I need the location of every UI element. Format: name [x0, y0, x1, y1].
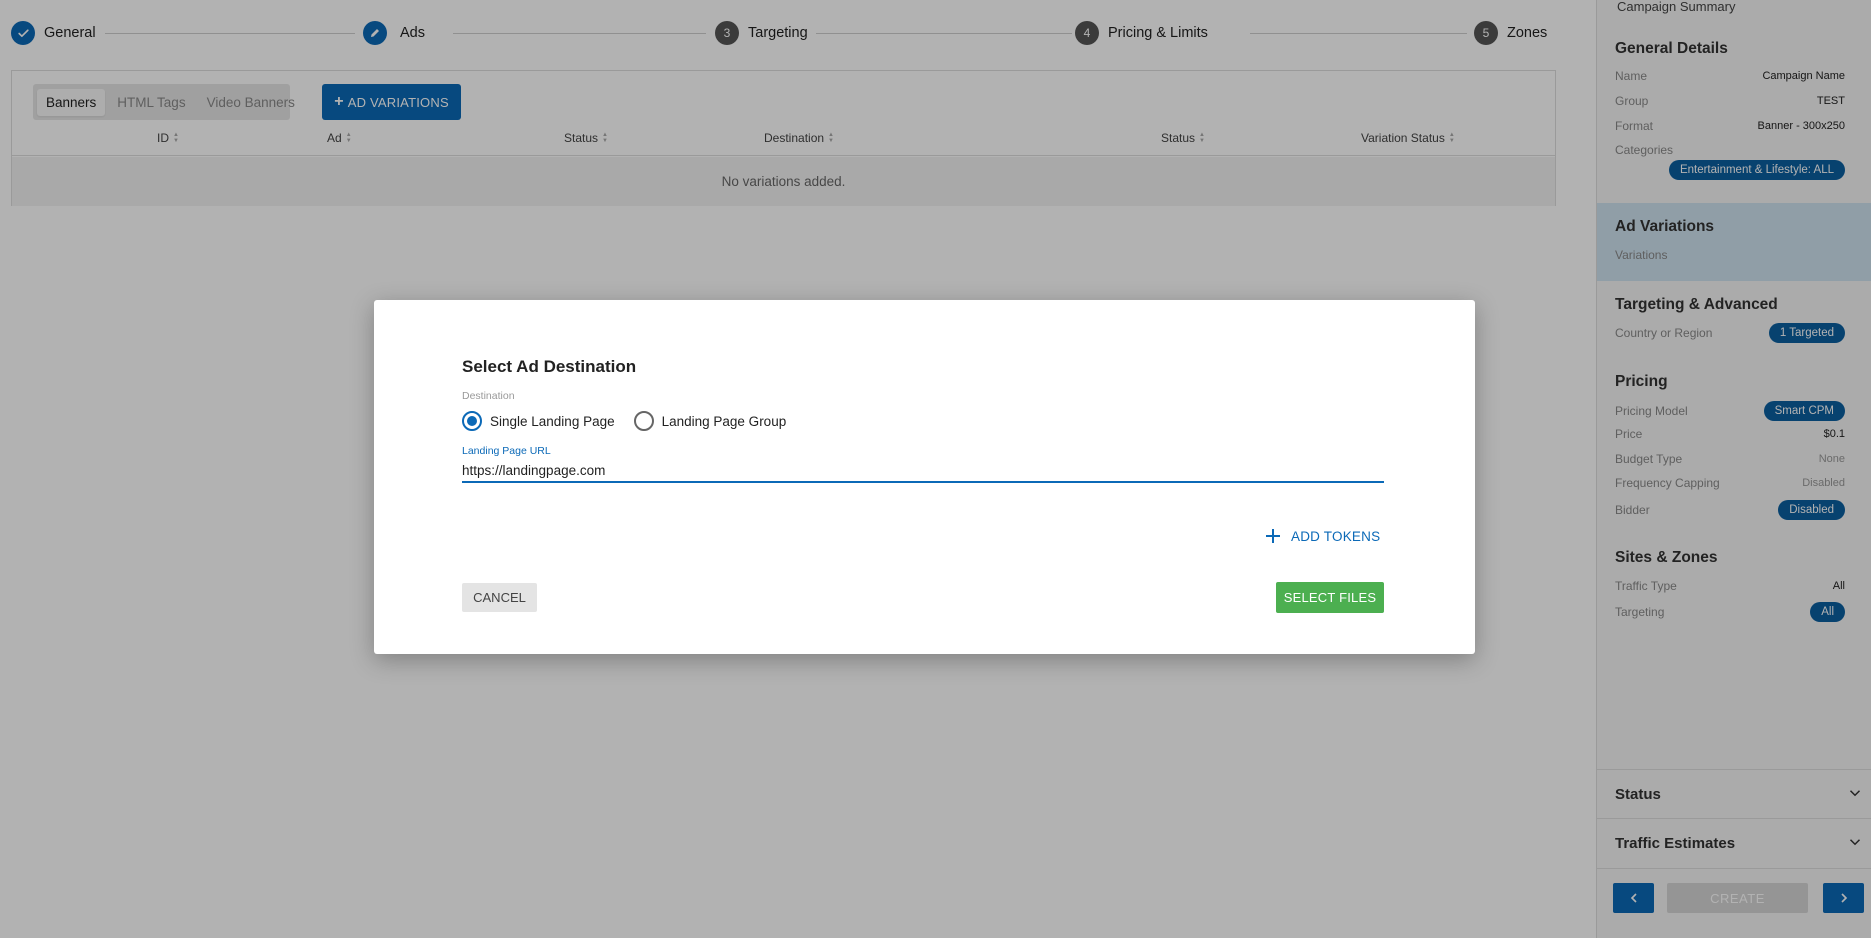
select-ad-destination-dialog: Select Ad Destination Destination Single…: [374, 300, 1475, 654]
radio-single-landing-page[interactable]: Single Landing Page: [462, 411, 615, 431]
radio-unchecked-icon: [633, 411, 654, 431]
dialog-title: Select Ad Destination: [462, 357, 637, 376]
radio-label: Single Landing Page: [490, 413, 615, 429]
landing-page-url-label: Landing Page URL: [462, 445, 551, 457]
destination-radio-group: Single Landing Page Landing Page Group: [462, 411, 805, 431]
radio-label: Landing Page Group: [661, 413, 787, 429]
select-files-button[interactable]: SELECT FILES: [1276, 582, 1384, 613]
destination-label: Destination: [462, 390, 515, 402]
radio-checked-icon: [462, 411, 482, 431]
plus-icon: [1266, 529, 1280, 543]
add-tokens-label: ADD TOKENS: [1291, 528, 1381, 544]
landing-page-url-input[interactable]: [462, 459, 1384, 483]
add-tokens-button[interactable]: ADD TOKENS: [1265, 524, 1380, 548]
radio-landing-page-group[interactable]: Landing Page Group: [633, 411, 787, 431]
cancel-button[interactable]: CANCEL: [462, 583, 537, 612]
